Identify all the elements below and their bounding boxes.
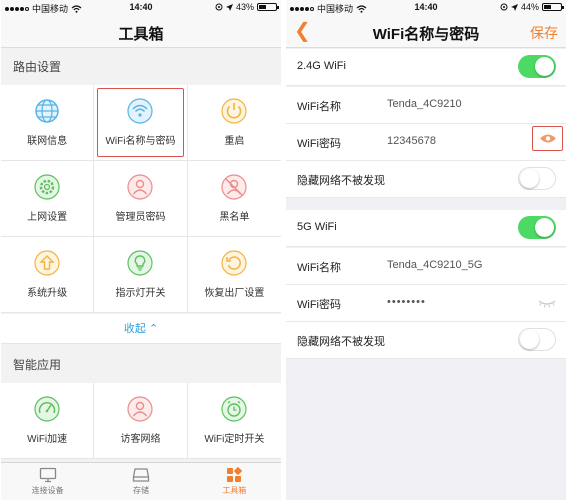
- nav-bar: 工具箱: [1, 15, 281, 48]
- chevron-up-icon: ⌃: [148, 323, 159, 335]
- tool-reboot[interactable]: 重启: [187, 85, 281, 161]
- tab-label: 工具箱: [222, 486, 247, 495]
- tool-wifi-name-password[interactable]: WiFi名称与密码: [94, 85, 188, 161]
- tool-factory-reset[interactable]: 恢复出厂设置: [187, 237, 281, 313]
- tool-label: 上网设置: [27, 212, 68, 223]
- field-label: 隐藏网络不被发现: [297, 336, 385, 348]
- router-settings-grid: 联网信息 WiFi名称与密码 重启 上网设置 管理员密码 黑名单 系统升级 指示…: [1, 85, 281, 313]
- status-bar: 中国移动 14:40 44%: [286, 0, 566, 15]
- tool-label: WiFi加速: [27, 434, 68, 445]
- toolbox-icon: [227, 467, 243, 482]
- row-24g-hide: 隐藏网络不被发现: [286, 161, 566, 198]
- power-icon: [221, 98, 247, 124]
- hide-5g-switch[interactable]: [518, 328, 556, 351]
- smart-apps-grid: WiFi加速 访客网络 WiFi定时开关: [1, 383, 281, 459]
- wifi-5g-password-field[interactable]: ••••••••: [387, 296, 426, 308]
- tool-guest-network[interactable]: 访客网络: [94, 383, 188, 459]
- page-title: 工具箱: [118, 26, 164, 43]
- battery-icon: [542, 3, 564, 11]
- location-icon: [225, 3, 233, 11]
- tool-label: 管理员密码: [115, 212, 166, 223]
- save-button[interactable]: 保存: [530, 23, 558, 43]
- wifi-icon: [127, 98, 154, 124]
- wifi-5g-switch[interactable]: [518, 216, 556, 239]
- wifi-24g-switch[interactable]: [518, 55, 556, 78]
- status-bar: 中国移动 14:40 43%: [1, 0, 281, 15]
- tab-label: 存储: [132, 486, 149, 495]
- tab-label: 连接设备: [31, 486, 64, 495]
- row-24g-toggle: 2.4G WiFi: [286, 49, 566, 86]
- globe-icon: [35, 99, 59, 123]
- storage-icon: [132, 468, 150, 482]
- battery-icon: [257, 3, 279, 11]
- tool-label: 重启: [224, 136, 245, 147]
- section-title-smart: 智能应用: [13, 358, 62, 372]
- toolbox-screen: 中国移动 14:40 43% 工具箱 路由设置 联网信息 WiFi名称与密码 重…: [1, 0, 281, 500]
- tool-label: 黑名单: [219, 212, 250, 223]
- speedometer-icon: [34, 396, 60, 422]
- orientation-lock-icon: [215, 3, 223, 11]
- show-password-button[interactable]: [532, 126, 563, 151]
- guest-icon: [127, 396, 154, 422]
- tool-admin-password[interactable]: 管理员密码: [94, 161, 188, 237]
- field-label: WiFi密码: [297, 138, 341, 150]
- lightbulb-icon: [127, 250, 154, 276]
- field-label: WiFi密码: [297, 299, 341, 311]
- eye-icon: [539, 134, 556, 143]
- orientation-lock-icon: [500, 3, 508, 11]
- tool-internet-settings[interactable]: 上网设置: [1, 161, 95, 237]
- row-5g-name: WiFi名称 Tenda_4C9210_5G: [286, 248, 566, 285]
- tab-toolbox[interactable]: 工具箱: [188, 463, 281, 500]
- eye-closed-icon[interactable]: [538, 299, 556, 309]
- wifi-settings-screen: 中国移动 14:40 44% ❮ WiFi名称与密码 保存 2.4G WiFi …: [286, 0, 566, 500]
- field-label: WiFi名称: [297, 262, 341, 274]
- nav-bar: ❮ WiFi名称与密码 保存: [286, 15, 566, 48]
- tab-storage[interactable]: 存储: [94, 463, 187, 500]
- location-icon: [510, 3, 518, 11]
- tool-led-switch[interactable]: 指示灯开关: [94, 237, 188, 313]
- tool-wifi-schedule[interactable]: WiFi定时开关: [187, 383, 281, 459]
- section-title-router: 路由设置: [13, 60, 62, 74]
- battery-percent: 43%: [235, 2, 254, 12]
- collapse-button[interactable]: 收起 ⌃: [1, 314, 281, 344]
- hide-24g-switch[interactable]: [518, 167, 556, 190]
- blocked-user-icon: [221, 174, 247, 200]
- wifi-24g-name-field[interactable]: Tenda_4C9210: [387, 98, 462, 110]
- alarm-clock-icon: [221, 396, 247, 422]
- row-5g-password: WiFi密码 ••••••••: [286, 285, 566, 322]
- divider: [282, 0, 285, 500]
- tool-label: 系统升级: [27, 288, 68, 299]
- band-label: 5G WiFi: [297, 221, 337, 233]
- tool-label: 联网信息: [27, 136, 68, 147]
- collapse-label: 收起: [123, 323, 146, 335]
- tool-network-info[interactable]: 联网信息: [1, 85, 95, 161]
- monitor-icon: [39, 467, 56, 483]
- reset-icon: [221, 250, 247, 276]
- tool-wifi-boost[interactable]: WiFi加速: [1, 383, 95, 459]
- page-title: WiFi名称与密码: [372, 26, 480, 43]
- wifi-24g-password-field[interactable]: 12345678: [387, 135, 436, 147]
- row-5g-toggle: 5G WiFi: [286, 210, 566, 247]
- tool-label: WiFi名称与密码: [105, 136, 176, 147]
- row-5g-hide: 隐藏网络不被发现: [286, 322, 566, 359]
- wifi-5g-name-field[interactable]: Tenda_4C9210_5G: [387, 259, 482, 271]
- row-24g-password: WiFi密码 12345678: [286, 124, 566, 161]
- battery-percent: 44%: [520, 2, 539, 12]
- tool-label: WiFi定时开关: [204, 434, 265, 445]
- field-label: 隐藏网络不被发现: [297, 175, 385, 187]
- tab-connected-devices[interactable]: 连接设备: [1, 463, 94, 500]
- tool-label: 访客网络: [120, 434, 161, 445]
- tool-firmware-upgrade[interactable]: 系统升级: [1, 237, 95, 313]
- tool-blacklist[interactable]: 黑名单: [187, 161, 281, 237]
- gear-icon: [34, 174, 60, 200]
- row-24g-name: WiFi名称 Tenda_4C9210: [286, 87, 566, 124]
- tool-label: 指示灯开关: [115, 288, 166, 299]
- field-label: WiFi名称: [297, 101, 341, 113]
- tab-bar: 连接设备 存储 工具箱: [1, 462, 281, 500]
- user-icon: [127, 174, 154, 200]
- tool-label: 恢复出厂设置: [204, 288, 265, 299]
- band-label: 2.4G WiFi: [297, 60, 346, 72]
- upgrade-icon: [34, 250, 60, 276]
